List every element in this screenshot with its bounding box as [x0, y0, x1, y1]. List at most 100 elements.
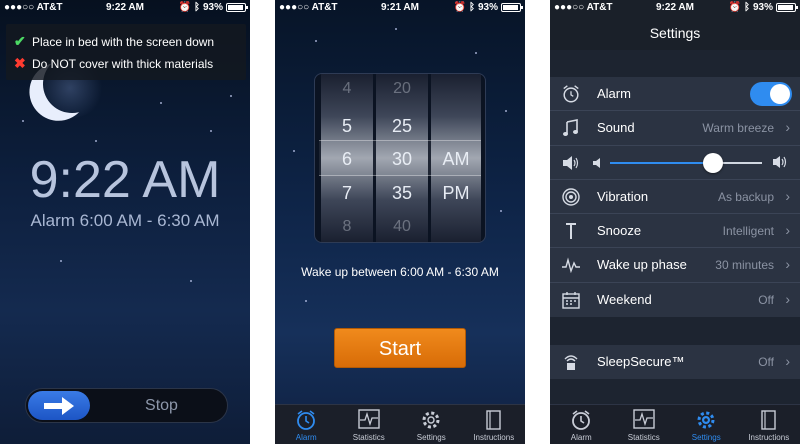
chevron-right-icon: ›: [785, 187, 790, 204]
minute-option[interactable]: 35: [376, 183, 428, 204]
settings-row-vibration[interactable]: Vibration As backup ›: [550, 180, 800, 215]
start-button[interactable]: Start: [334, 328, 466, 368]
gear-icon: [422, 411, 440, 429]
battery-icon: [501, 3, 523, 12]
tip-text: Do NOT cover with thick materials: [32, 56, 214, 71]
stop-slider[interactable]: Stop: [25, 388, 228, 423]
minute-option[interactable]: 25: [376, 116, 428, 137]
book-icon: [486, 410, 501, 430]
tab-alarm[interactable]: Alarm: [550, 405, 613, 444]
row-label: Sound: [597, 120, 635, 136]
time-picker[interactable]: 4 5 6 7 8 20 25 30 35 40 AM PM: [314, 73, 486, 243]
tab-alarm[interactable]: Alarm: [275, 405, 338, 444]
settings-group: Alarm Sound Warm breeze › Vibration As b…: [550, 77, 800, 318]
tip-item: ✖ Do NOT cover with thick materials: [14, 55, 213, 72]
battery-icon: [776, 3, 798, 12]
row-label: Weekend: [597, 291, 652, 307]
settings-row-weekend[interactable]: Weekend Off ›: [550, 283, 800, 317]
volume-fill: [610, 161, 714, 164]
volume-knob[interactable]: [703, 152, 724, 173]
row-label: Vibration: [597, 188, 649, 204]
row-value: Off: [758, 292, 774, 307]
row-label: Alarm: [597, 86, 631, 101]
row-label: SleepSecure™: [597, 354, 685, 369]
settings-row-alarm[interactable]: Alarm: [550, 77, 800, 112]
tab-label: Statistics: [627, 433, 660, 442]
minute-option[interactable]: 40: [376, 218, 428, 236]
tab-label: Settings: [416, 433, 446, 442]
minute-option[interactable]: 20: [376, 80, 428, 98]
hour-option[interactable]: 7: [321, 183, 373, 204]
alarm-setup-screen: ●●●○○ AT&T 9:21 AM ⏰ ᛒ 93% 4 5 6 7 8 20 …: [275, 0, 525, 444]
alarm-status-icon: ⏰: [178, 2, 191, 13]
alarm-status-icon: ⏰: [728, 2, 741, 13]
row-value: Warm breeze: [702, 121, 774, 136]
tab-label: Instructions: [748, 433, 790, 442]
settings-row-sleepsecure[interactable]: SleepSecure™ Off ›: [550, 345, 800, 379]
tip-text: Place in bed with the screen down: [32, 34, 215, 49]
settings-row-sound[interactable]: Sound Warm breeze ›: [550, 111, 800, 146]
alarm-clock-icon: [560, 83, 582, 105]
selection-band: [319, 140, 481, 176]
speaker-icon: [560, 152, 582, 174]
tab-settings[interactable]: Settings: [400, 405, 463, 444]
tab-label: Statistics: [352, 433, 385, 442]
book-icon: [761, 410, 776, 430]
settings-row-snooze[interactable]: Snooze Intelligent ›: [550, 214, 800, 249]
bluetooth-icon: ᛒ: [468, 2, 475, 13]
tab-instructions[interactable]: Instructions: [463, 405, 526, 444]
calendar-icon: [560, 289, 582, 311]
row-label: Wake up phase: [597, 257, 687, 273]
current-time: 9:22 AM: [29, 151, 221, 209]
settings-screen: ●●●○○ AT&T 9:22 AM ⏰ ᛒ 93% Settings Alar…: [550, 0, 800, 444]
row-value: As backup: [717, 189, 774, 204]
alarm-clock-icon: [572, 410, 591, 430]
tab-instructions[interactable]: Instructions: [738, 405, 800, 444]
tab-statistics[interactable]: Statistics: [338, 405, 401, 444]
battery-percent: 93%: [477, 2, 498, 13]
alarm-clock-icon: [297, 410, 316, 430]
row-value: Intelligent: [722, 224, 774, 239]
ampm-option[interactable]: PM: [431, 183, 481, 204]
tab-label: Instructions: [473, 433, 515, 442]
status-bar: ●●●○○ AT&T 9:22 AM ⏰ ᛒ 93%: [0, 0, 250, 16]
alarm-range: Alarm 6:00 AM - 6:30 AM: [30, 211, 220, 230]
lock-wifi-icon: [560, 351, 582, 373]
tab-label: Alarm: [570, 433, 592, 442]
alarm-toggle[interactable]: [750, 82, 792, 106]
status-bar: ●●●○○ AT&T 9:21 AM ⏰ ᛒ 93%: [275, 0, 525, 16]
tips-banner: ✔ Place in bed with the screen down ✖ Do…: [6, 24, 246, 80]
chevron-right-icon: ›: [785, 119, 790, 136]
settings-row-volume[interactable]: [550, 146, 800, 180]
tab-bar: Alarm Statistics Settings Instructions: [275, 404, 525, 444]
page-title: Settings: [550, 16, 800, 50]
chevron-right-icon: ›: [785, 290, 790, 307]
statistics-icon: [633, 409, 655, 429]
chevron-right-icon: ›: [785, 256, 790, 273]
bluetooth-icon: ᛒ: [193, 2, 200, 13]
battery-percent: 93%: [202, 2, 223, 13]
tab-bar: Alarm Statistics Settings Instructions: [550, 404, 800, 444]
wave-icon: [560, 254, 582, 276]
hour-option[interactable]: 5: [321, 116, 373, 137]
tip-item: ✔ Place in bed with the screen down: [14, 33, 214, 50]
snooze-icon: [560, 220, 582, 242]
tab-label: Settings: [691, 433, 721, 442]
tab-settings[interactable]: Settings: [675, 405, 738, 444]
row-label: Snooze: [597, 223, 642, 239]
slide-knob[interactable]: [28, 391, 90, 420]
row-value: 30 minutes: [715, 258, 774, 273]
volume-low-icon: [592, 156, 602, 174]
settings-row-wakeup-phase[interactable]: Wake up phase 30 minutes ›: [550, 248, 800, 283]
hour-option[interactable]: 8: [321, 218, 373, 236]
hour-option[interactable]: 4: [321, 80, 373, 98]
tab-label: Alarm: [295, 433, 317, 442]
alarm-status-icon: ⏰: [453, 2, 466, 13]
status-bar: ●●●○○ AT&T 9:22 AM ⏰ ᛒ 93%: [550, 0, 800, 16]
tab-statistics[interactable]: Statistics: [613, 405, 676, 444]
battery-icon: [226, 3, 248, 12]
battery-percent: 93%: [752, 2, 773, 13]
cross-icon: ✖: [14, 55, 26, 71]
secure-group: SleepSecure™ Off ›: [550, 345, 800, 380]
row-value: Off: [758, 355, 774, 369]
